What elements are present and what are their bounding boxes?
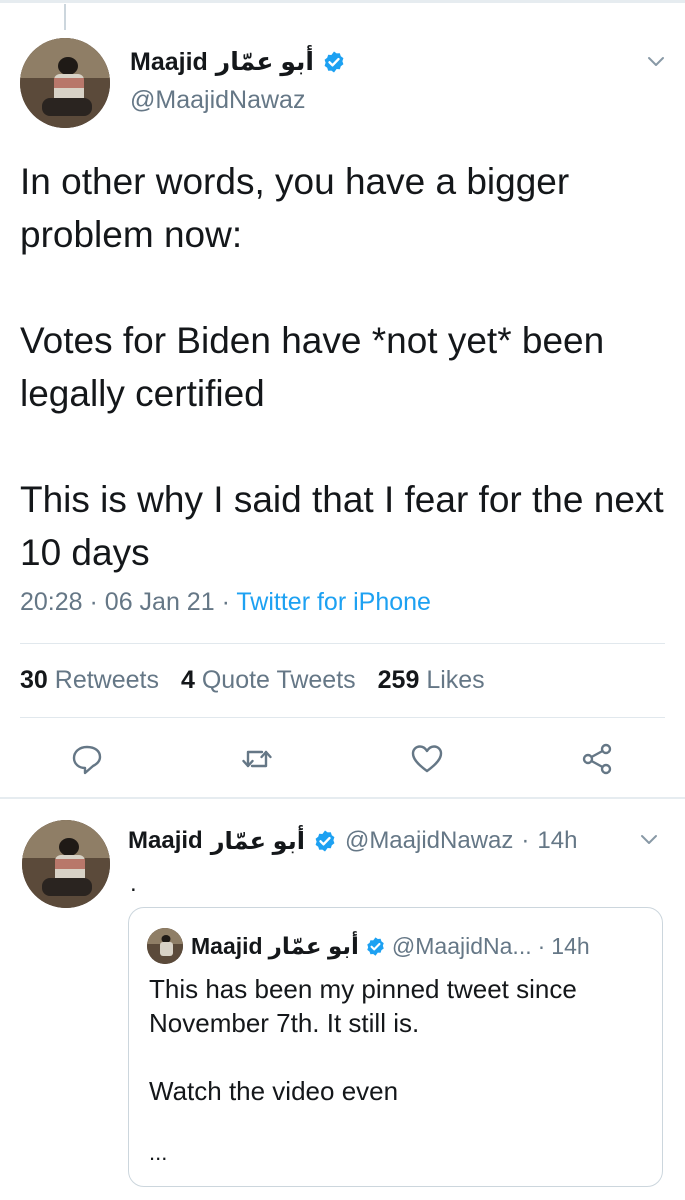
tweet-separator — [0, 797, 685, 799]
share-icon[interactable] — [580, 742, 614, 776]
tweet-meta: 20:28 · 06 Jan 21 · Twitter for iPhone — [20, 588, 431, 617]
verified-badge-icon — [315, 830, 335, 852]
display-name-arabic[interactable]: أبو عمّار — [216, 47, 314, 77]
reply-icon[interactable] — [70, 742, 104, 776]
quoted-tweet-card[interactable]: Maajid أبو عمّار @MaajidNa... · 14h This… — [128, 907, 663, 1187]
quoted-tweet-text: This has been my pinned tweet since Nove… — [149, 974, 577, 1106]
thread-connector-line — [64, 4, 66, 30]
divider — [20, 643, 665, 644]
retweets-label: Retweets — [54, 666, 159, 694]
display-name-arabic[interactable]: أبو عمّار — [211, 827, 305, 856]
author-handle[interactable]: @MaajidNawaz — [345, 827, 513, 855]
quoted-tweet-ellipsis: ... — [149, 1140, 168, 1165]
chevron-down-icon[interactable] — [638, 828, 660, 850]
display-name: Maajid — [191, 932, 263, 959]
divider — [20, 717, 665, 718]
heart-icon[interactable] — [410, 742, 444, 776]
author-handle[interactable]: @MaajidNawaz — [130, 86, 305, 115]
tweet-date: 06 Jan 21 — [104, 588, 215, 616]
display-name[interactable]: Maajid — [130, 48, 208, 77]
retweets-stat[interactable]: 30 Retweets — [20, 666, 159, 695]
meta-separator: · — [521, 827, 530, 854]
engagement-stats: 30 Retweets 4 Quote Tweets 259 Likes — [20, 666, 485, 695]
avatar — [147, 928, 183, 964]
chevron-down-icon[interactable] — [645, 50, 667, 72]
quotes-stat[interactable]: 4 Quote Tweets — [181, 666, 356, 695]
verified-badge-icon — [367, 936, 384, 956]
verified-badge-icon — [324, 51, 344, 73]
likes-count: 259 — [377, 666, 420, 694]
display-name-arabic: أبو عمّار — [268, 932, 359, 959]
quotes-count: 4 — [180, 666, 195, 694]
meta-separator: · — [537, 932, 546, 959]
tweet-text: In other words, you have a bigger proble… — [20, 161, 664, 573]
tweet-actions-bar — [0, 742, 685, 782]
retweet-icon[interactable] — [240, 742, 274, 776]
likes-stat[interactable]: 259 Likes — [378, 666, 485, 695]
reply-text: . — [130, 870, 137, 897]
avatar-photo — [20, 38, 110, 128]
display-name[interactable]: Maajid — [128, 827, 203, 855]
top-divider — [0, 0, 685, 3]
likes-label: Likes — [426, 666, 485, 694]
meta-separator: · — [221, 588, 230, 616]
author-handle: @MaajidNa... — [391, 932, 532, 959]
avatar-photo — [147, 928, 183, 964]
avatar[interactable] — [20, 38, 110, 128]
tweet-source-link[interactable]: Twitter for iPhone — [236, 588, 431, 616]
tweet-age: 14h — [551, 932, 590, 959]
tweet-time: 20:28 — [20, 588, 83, 616]
meta-separator: · — [89, 588, 98, 616]
quoted-author-row: Maajid أبو عمّار @MaajidNa... · 14h — [191, 928, 590, 964]
avatar-photo — [22, 820, 110, 908]
quotes-label: Quote Tweets — [201, 666, 356, 694]
author-name-row[interactable]: Maajid أبو عمّار — [130, 44, 346, 80]
tweet-age: 14h — [537, 827, 578, 854]
reply-author-row[interactable]: Maajid أبو عمّار @MaajidNawaz · 14h — [128, 824, 577, 858]
avatar[interactable] — [22, 820, 110, 908]
retweets-count: 30 — [20, 666, 48, 694]
